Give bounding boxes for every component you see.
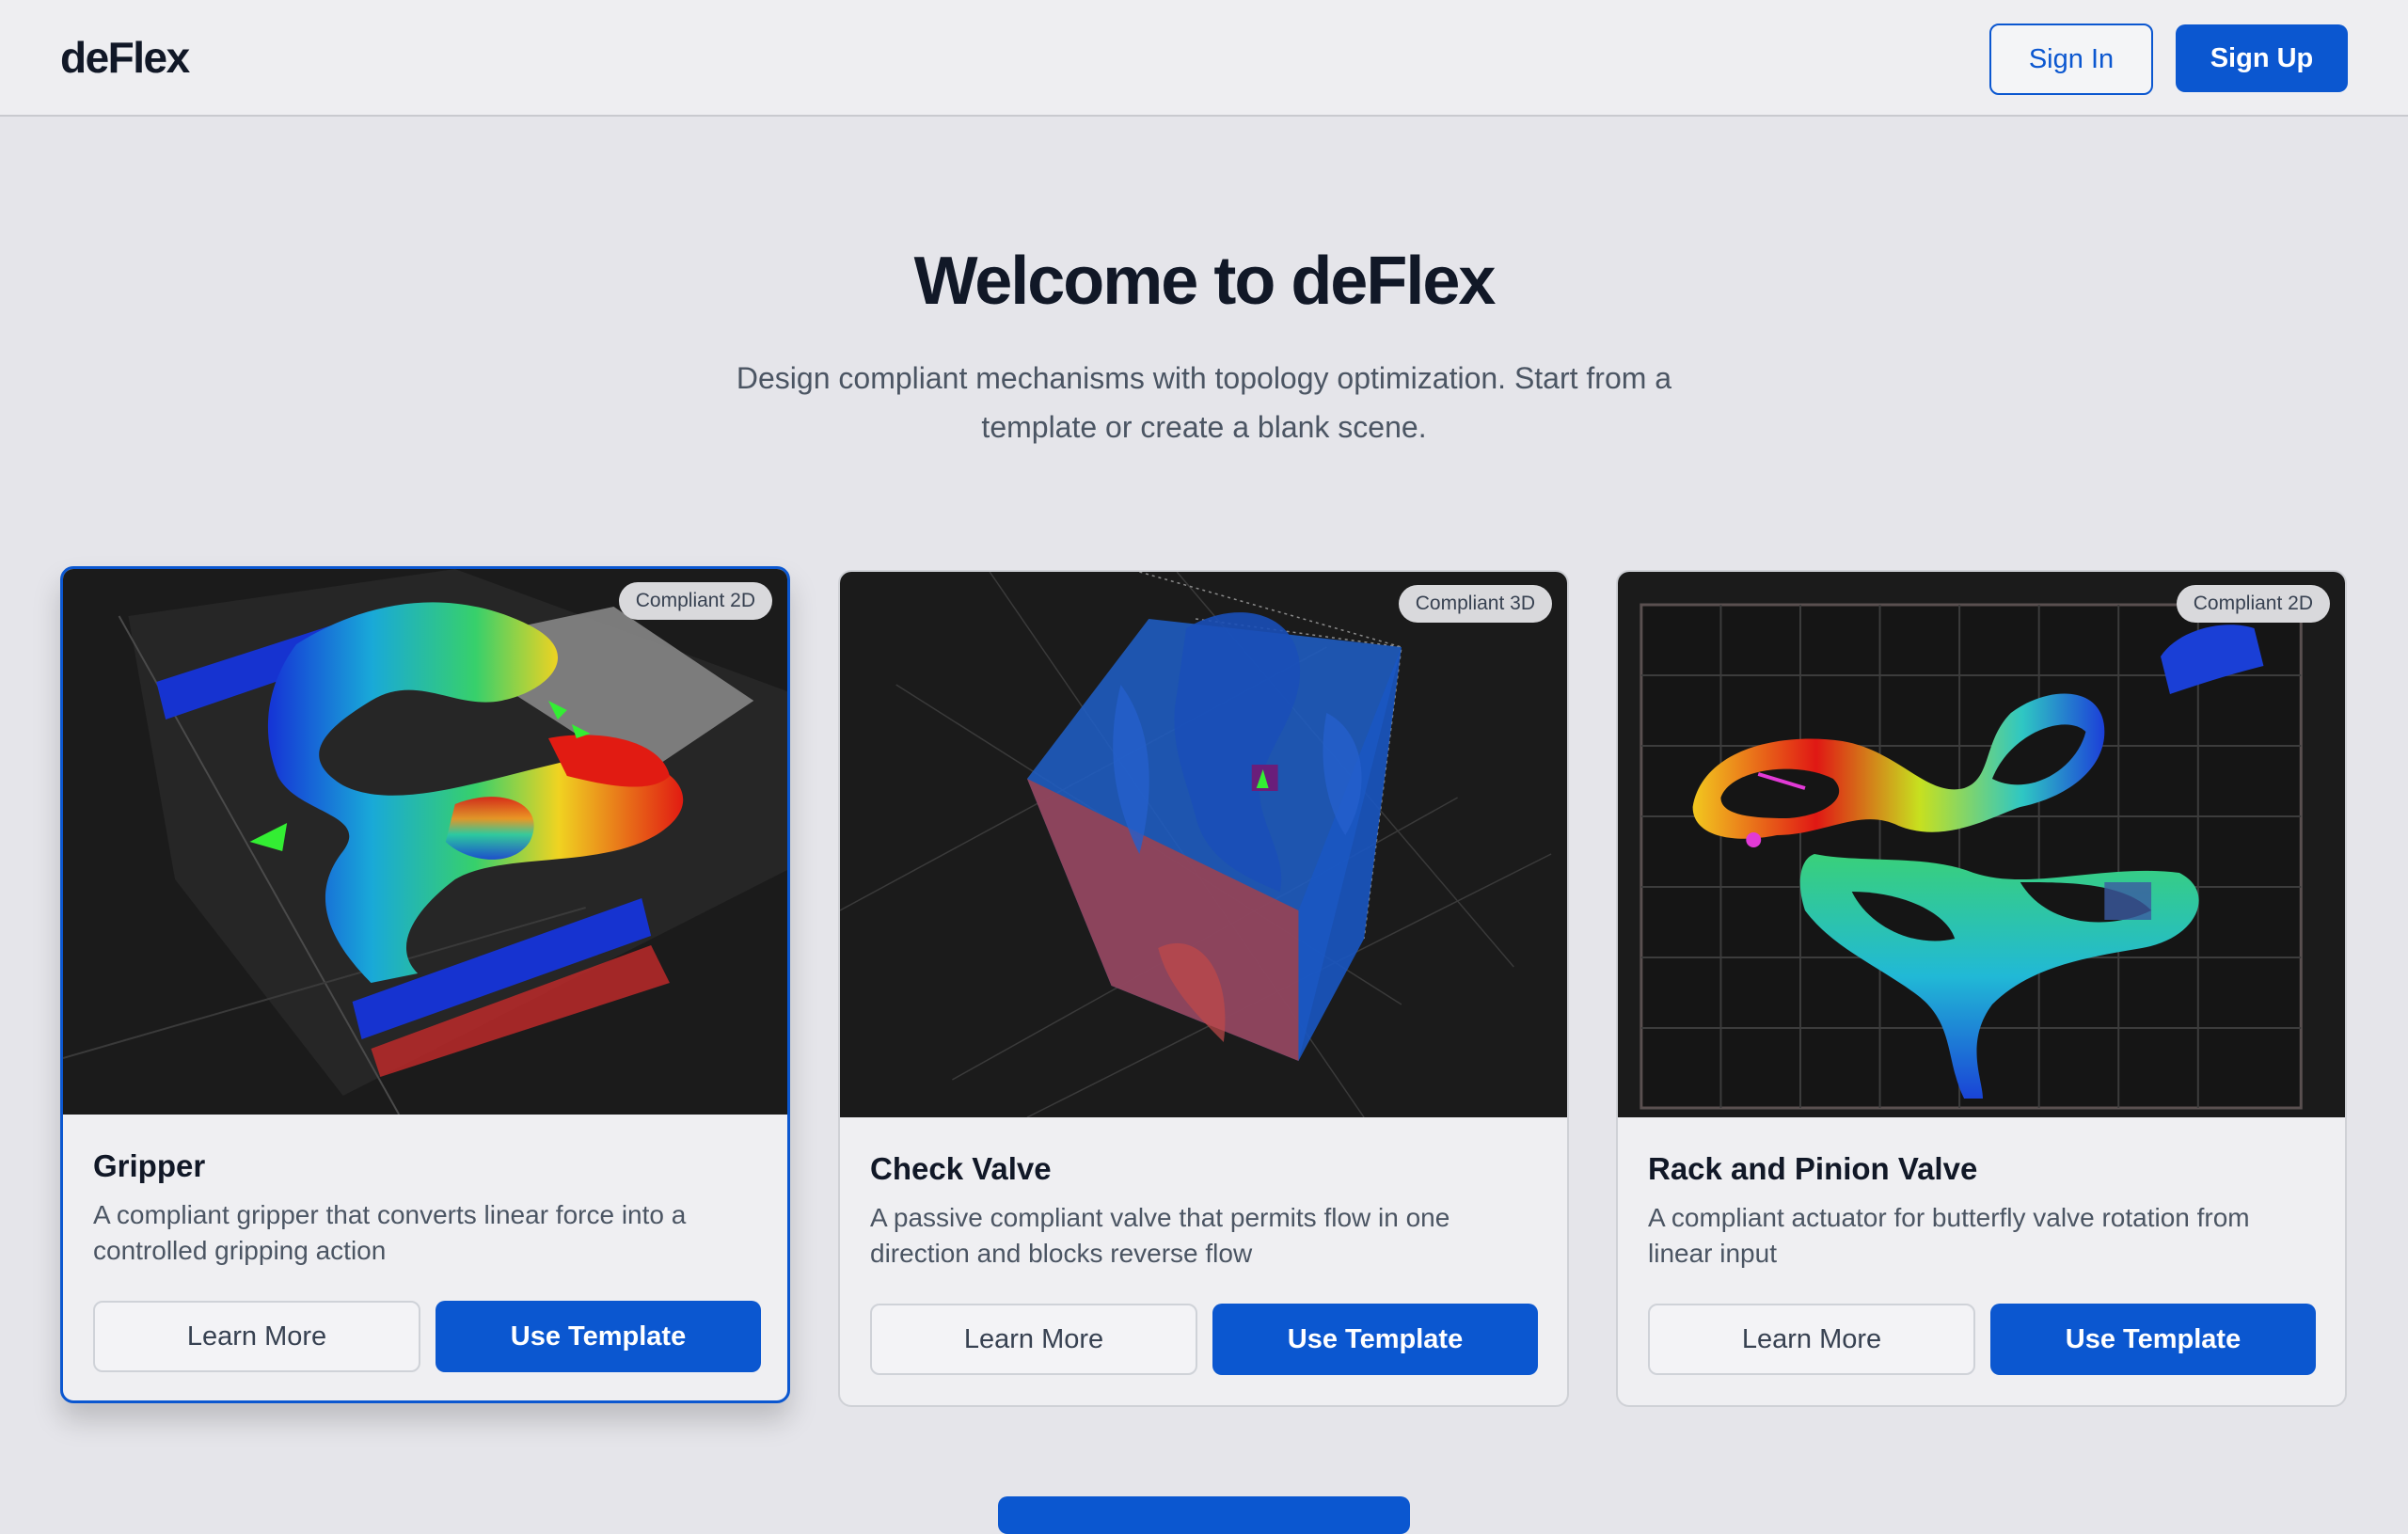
template-title: Check Valve — [870, 1151, 1052, 1186]
rack-and-pinion-preview-image — [1618, 572, 2345, 1117]
page-title: Welcome to deFlex — [913, 244, 1497, 319]
sign-up-button[interactable]: Sign Up — [2176, 24, 2348, 92]
use-template-button[interactable]: Use Template — [436, 1301, 761, 1372]
gripper-preview-image — [63, 569, 787, 1115]
template-card-rack-and-pinion-valve[interactable]: Compliant 2D Rack and Pinion Valve A com… — [1616, 570, 2347, 1407]
page-subtitle: Design compliant mechanisms with topolog… — [736, 361, 1672, 444]
top-navigation-bar: deFlex Sign In Sign Up — [0, 0, 2408, 117]
category-badge: Compliant 3D — [1398, 585, 1552, 623]
template-description: A compliant gripper that converts linear… — [93, 1200, 687, 1265]
use-template-button[interactable]: Use Template — [1212, 1304, 1538, 1375]
learn-more-button[interactable]: Learn More — [1648, 1304, 1975, 1375]
template-card-check-valve[interactable]: Compliant 3D Check Valve A passive compl… — [838, 570, 1569, 1407]
learn-more-button[interactable]: Learn More — [870, 1304, 1197, 1375]
template-description: A passive compliant valve that permits f… — [870, 1203, 1450, 1268]
partially-visible-primary-button[interactable] — [998, 1496, 1410, 1534]
deflex-logo[interactable]: deFlex — [60, 32, 190, 83]
check-valve-preview-image — [840, 572, 1567, 1117]
sign-in-button[interactable]: Sign In — [1989, 24, 2153, 95]
category-badge: Compliant 2D — [2176, 585, 2330, 623]
template-description: A compliant actuator for butterfly valve… — [1648, 1203, 2250, 1268]
use-template-button[interactable]: Use Template — [1990, 1304, 2316, 1375]
category-badge: Compliant 2D — [618, 582, 772, 620]
learn-more-button[interactable]: Learn More — [93, 1301, 420, 1372]
template-title: Rack and Pinion Valve — [1648, 1151, 1978, 1186]
template-title: Gripper — [93, 1148, 206, 1183]
template-card-gripper[interactable]: Compliant 2D Gripper A compliant gripper… — [60, 566, 790, 1403]
